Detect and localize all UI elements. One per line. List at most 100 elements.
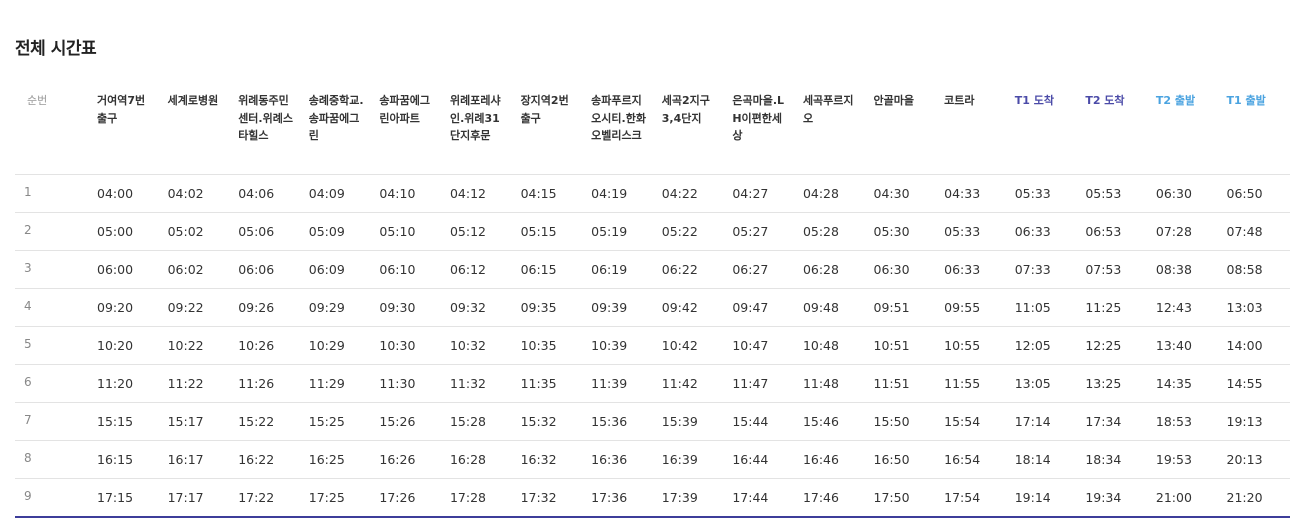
time-cell: 05:27 (725, 212, 796, 251)
time-cell: 05:30 (866, 212, 938, 251)
time-cell: 09:48 (795, 288, 867, 327)
time-cell: 15:32 (513, 402, 585, 441)
time-cell: 04:22 (654, 174, 726, 213)
time-cell: 09:39 (584, 288, 655, 327)
header-stop: 안골마을 (866, 84, 938, 175)
time-cell: 11:32 (442, 364, 514, 403)
time-cell: 06:19 (584, 250, 655, 289)
time-cell: 09:26 (231, 288, 302, 327)
time-cell: 04:02 (160, 174, 232, 213)
header-stop: 거여역7번 출구 (90, 84, 161, 175)
time-cell: 04:06 (231, 174, 302, 213)
time-cell: 09:35 (513, 288, 585, 327)
time-cell: 06:30 (866, 250, 938, 289)
time-cell: 06:09 (301, 250, 373, 289)
time-cell: 11:48 (795, 364, 867, 403)
header-stop: T1 도착 (1007, 84, 1079, 175)
time-cell: 15:44 (725, 402, 796, 441)
time-cell: 06:50 (1219, 174, 1291, 213)
time-cell: 15:50 (866, 402, 938, 441)
time-cell: 04:12 (442, 174, 514, 213)
time-cell: 05:53 (1078, 174, 1149, 213)
time-cell: 09:55 (937, 288, 1008, 327)
time-cell: 21:00 (1148, 478, 1220, 518)
table-row: 7 15:15 15:17 15:22 15:25 15:26 15:28 15:32 15:3… (15, 402, 1291, 441)
time-cell: 04:27 (725, 174, 796, 213)
time-cell: 11:55 (937, 364, 1008, 403)
time-cell: 11:25 (1078, 288, 1149, 327)
time-cell: 05:19 (584, 212, 655, 251)
time-cell: 14:35 (1148, 364, 1220, 403)
time-cell: 16:50 (866, 440, 938, 479)
table-header-row: 순번 거여역7번 출구 세계로병원 위례동주민센터.위례스타힐스 송례중학교.송파꿈에… (15, 84, 1291, 175)
time-cell: 10:35 (513, 326, 585, 365)
time-cell: 04:28 (795, 174, 867, 213)
time-cell: 09:20 (90, 288, 161, 327)
time-cell: 05:06 (231, 212, 302, 251)
header-stop: T1 출발 (1219, 84, 1291, 175)
time-cell: 05:22 (654, 212, 726, 251)
time-cell: 17:44 (725, 478, 796, 518)
time-cell: 16:28 (442, 440, 514, 479)
time-cell: 11:30 (372, 364, 443, 403)
time-cell: 07:48 (1219, 212, 1291, 251)
time-cell: 06:00 (90, 250, 161, 289)
time-cell: 17:22 (231, 478, 302, 518)
time-cell: 19:53 (1148, 440, 1220, 479)
time-cell: 10:26 (231, 326, 302, 365)
time-cell: 13:05 (1007, 364, 1079, 403)
time-cell: 12:25 (1078, 326, 1149, 365)
table-row: 1 04:00 04:02 04:06 04:09 04:10 04:12 04:15 04:1… (15, 174, 1291, 213)
time-cell: 05:33 (1007, 174, 1079, 213)
time-cell: 17:36 (584, 478, 655, 518)
time-cell: 17:32 (513, 478, 585, 518)
time-cell: 05:02 (160, 212, 232, 251)
time-cell: 10:20 (90, 326, 161, 365)
time-cell: 10:30 (372, 326, 443, 365)
time-cell: 15:39 (654, 402, 726, 441)
time-cell: 04:10 (372, 174, 443, 213)
time-cell: 11:35 (513, 364, 585, 403)
time-cell: 11:26 (231, 364, 302, 403)
time-cell: 16:44 (725, 440, 796, 479)
time-cell: 11:05 (1007, 288, 1079, 327)
time-cell: 05:28 (795, 212, 867, 251)
time-cell: 15:25 (301, 402, 373, 441)
time-cell: 09:42 (654, 288, 726, 327)
time-cell: 11:51 (866, 364, 938, 403)
table-row: 9 17:15 17:17 17:22 17:25 17:26 17:28 17:32 17:3… (15, 478, 1291, 518)
time-cell: 14:55 (1219, 364, 1291, 403)
time-cell: 09:51 (866, 288, 938, 327)
table-body: 1 04:00 04:02 04:06 04:09 04:10 04:12 04:15 04:1… (15, 174, 1291, 518)
time-cell: 15:17 (160, 402, 232, 441)
time-cell: 11:39 (584, 364, 655, 403)
time-cell: 06:27 (725, 250, 796, 289)
time-cell: 04:09 (301, 174, 373, 213)
time-cell: 09:29 (301, 288, 373, 327)
time-cell: 10:51 (866, 326, 938, 365)
time-cell: 10:42 (654, 326, 726, 365)
header-stop: 세곡2지구3,4단지 (654, 84, 726, 175)
page-title: 전체 시간표 (15, 39, 97, 59)
time-cell: 06:53 (1078, 212, 1149, 251)
time-cell: 06:12 (442, 250, 514, 289)
header-index: 순번 (15, 84, 90, 175)
time-cell: 09:22 (160, 288, 232, 327)
time-cell: 13:25 (1078, 364, 1149, 403)
time-cell: 05:00 (90, 212, 161, 251)
time-cell: 04:00 (90, 174, 161, 213)
row-index: 4 (15, 288, 90, 327)
time-cell: 16:25 (301, 440, 373, 479)
time-cell: 04:33 (937, 174, 1008, 213)
header-stop: 은곡마을.LH이편한세상 (725, 84, 796, 175)
time-cell: 17:17 (160, 478, 232, 518)
time-cell: 15:46 (795, 402, 867, 441)
time-cell: 07:33 (1007, 250, 1079, 289)
time-cell: 15:26 (372, 402, 443, 441)
table-row: 2 05:00 05:02 05:06 05:09 05:10 05:12 05:15 05:1… (15, 212, 1291, 251)
time-cell: 17:50 (866, 478, 938, 518)
time-cell: 15:36 (584, 402, 655, 441)
table-row: 8 16:15 16:17 16:22 16:25 16:26 16:28 16:32 16:3… (15, 440, 1291, 479)
row-index: 2 (15, 212, 90, 251)
time-cell: 09:32 (442, 288, 514, 327)
